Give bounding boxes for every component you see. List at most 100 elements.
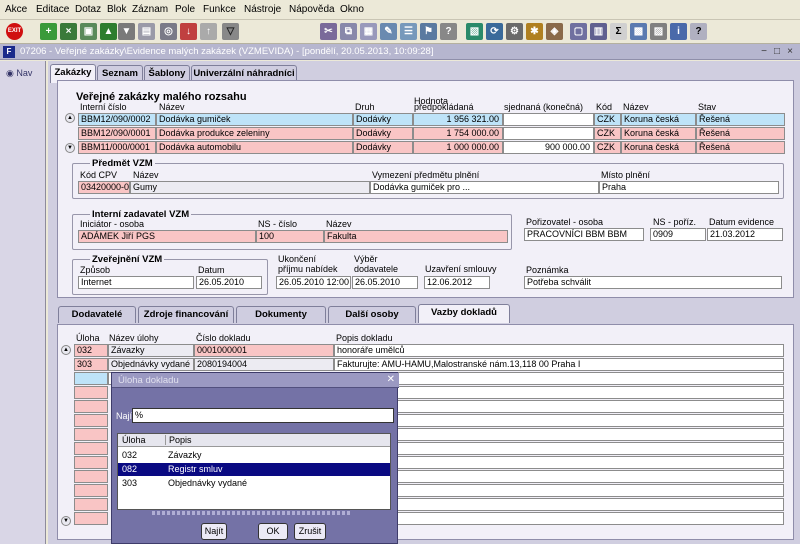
- vazby-row-2-popis[interactable]: [334, 372, 784, 385]
- ok-button[interactable]: OK: [258, 523, 288, 540]
- table-row-1-interni[interactable]: BBM12/090/0001: [78, 127, 156, 140]
- tab-dalsi-osoby[interactable]: Další osoby: [328, 306, 416, 323]
- menu-nastroje[interactable]: Nástroje: [244, 4, 281, 15]
- table-row-1-sjednana[interactable]: [503, 127, 594, 140]
- uloha-list[interactable]: Úloha Popis 032 Závazky 082 Registr smlu…: [117, 433, 391, 510]
- ns-field[interactable]: 100: [256, 230, 324, 243]
- query-enter-icon[interactable]: ↓: [180, 23, 197, 40]
- minimize-icon[interactable]: −: [758, 45, 770, 58]
- list-values-icon[interactable]: ☰: [400, 23, 417, 40]
- exit-icon[interactable]: EXIT: [6, 23, 23, 40]
- list-item-selected[interactable]: 082 Registr smluv: [118, 463, 390, 476]
- table-row-0-stav[interactable]: Řešená: [696, 113, 785, 126]
- table-row-0-druh[interactable]: Dodávky: [353, 113, 413, 126]
- table-row-0-predpokladana[interactable]: 1 956 321.00: [413, 113, 503, 126]
- lock-record-icon[interactable]: ▣: [80, 23, 97, 40]
- predmet-nazev-field[interactable]: Gumy: [130, 181, 370, 194]
- vazby-empty-row[interactable]: [74, 414, 108, 427]
- porizovatel-field[interactable]: PRACOVNÍCI BBM BBM: [524, 228, 644, 241]
- vazby-empty-row[interactable]: [74, 512, 108, 525]
- vazby-empty-row[interactable]: [334, 414, 784, 427]
- vazby-row-1-popis[interactable]: Fakturujte: AMU-HAMU,Malostranské nám.13…: [334, 358, 784, 371]
- vazby-empty-row[interactable]: [74, 400, 108, 413]
- table-row-1-kod[interactable]: CZK: [594, 127, 621, 140]
- ns-poriz-field[interactable]: 0909: [650, 228, 706, 241]
- table-row-2-predpokladana[interactable]: 1 000 000.00: [413, 141, 503, 154]
- menu-editace[interactable]: Editace: [36, 4, 69, 15]
- vazby-empty-row[interactable]: [334, 512, 784, 525]
- iniciator-field[interactable]: ADÁMEK Jiří PGS: [78, 230, 256, 243]
- zadavatel-nazev-field[interactable]: Fakulta: [324, 230, 508, 243]
- table-row-0-sjednana[interactable]: [503, 113, 594, 126]
- vazby-row-0-cislo[interactable]: 0001000001: [194, 344, 334, 357]
- scroll-up-icon[interactable]: ▲: [65, 113, 75, 123]
- vazby-empty-row[interactable]: [74, 386, 108, 399]
- vazby-empty-row[interactable]: [334, 442, 784, 455]
- table-row-2-stav[interactable]: Řešená: [696, 141, 785, 154]
- vazby-row-1-uloha[interactable]: 303: [74, 358, 108, 371]
- delete-record-icon[interactable]: ×: [60, 23, 77, 40]
- menu-blok[interactable]: Blok: [107, 4, 126, 15]
- vyber-field[interactable]: 26.05.2010: [352, 276, 418, 289]
- vazby-empty-row[interactable]: [334, 428, 784, 441]
- tab-zdroje[interactable]: Zdroje financování: [138, 306, 234, 323]
- table-row-2-kod[interactable]: CZK: [594, 141, 621, 154]
- vazby-empty-row[interactable]: [334, 400, 784, 413]
- find-button[interactable]: Najít: [201, 523, 227, 540]
- ukonceni-field[interactable]: 26.05.2010 12:00: [276, 276, 351, 289]
- info-icon[interactable]: i: [670, 23, 687, 40]
- menu-okno[interactable]: Okno: [340, 4, 364, 15]
- vazby-empty-row[interactable]: [74, 470, 108, 483]
- copy-icon[interactable]: ⧉: [340, 23, 357, 40]
- display-error-icon[interactable]: ⚑: [420, 23, 437, 40]
- vazby-empty-row[interactable]: [334, 470, 784, 483]
- resize-grip[interactable]: [152, 511, 352, 515]
- table-row-2-interni[interactable]: BBM11/000/0001: [78, 141, 156, 154]
- table-row-0-interni[interactable]: BBM12/090/0002: [78, 113, 156, 126]
- nav-toggle[interactable]: ◉ Nav: [6, 68, 32, 79]
- graph-icon[interactable]: ◈: [546, 23, 563, 40]
- table-row-2-sjednana[interactable]: 900 000.00: [503, 141, 594, 154]
- find-input[interactable]: %: [132, 408, 394, 423]
- menu-zaznam[interactable]: Záznam: [132, 4, 168, 15]
- tab-dokumenty[interactable]: Dokumenty: [236, 306, 326, 323]
- scroll-down-icon[interactable]: ▼: [65, 143, 75, 153]
- vazby-row-1-nazev[interactable]: Objednávky vydané: [108, 358, 194, 371]
- vazby-row-0-popis[interactable]: honoráře umělců: [334, 344, 784, 357]
- uzavreni-field[interactable]: 12.06.2012: [424, 276, 490, 289]
- list-item[interactable]: 303 Objednávky vydané: [118, 477, 390, 490]
- vazby-empty-row[interactable]: [74, 484, 108, 497]
- vazby-row-1-cislo[interactable]: 2080194004: [194, 358, 334, 371]
- table-row-0-kod[interactable]: CZK: [594, 113, 621, 126]
- menu-napoveda[interactable]: Nápověda: [289, 4, 335, 15]
- vazby-scroll-down-icon[interactable]: ▼: [61, 516, 71, 526]
- vazby-empty-row[interactable]: [74, 428, 108, 441]
- clear-record-icon[interactable]: ▲: [100, 23, 117, 40]
- dialog-title-bar[interactable]: Úloha dokladu ✕: [112, 373, 399, 388]
- table-row-2-nazev[interactable]: Dodávka automobilu: [156, 141, 353, 154]
- vazby-empty-row[interactable]: [74, 442, 108, 455]
- vazby-empty-row[interactable]: [334, 386, 784, 399]
- misto-field[interactable]: Praha: [599, 181, 779, 194]
- table-row-2-druh[interactable]: Dodávky: [353, 141, 413, 154]
- document-icon[interactable]: ▢: [570, 23, 587, 40]
- menu-akce[interactable]: Akce: [5, 4, 27, 15]
- attachment-icon[interactable]: ▧: [466, 23, 483, 40]
- vazby-empty-row[interactable]: [334, 484, 784, 497]
- star-icon[interactable]: ✱: [526, 23, 543, 40]
- kod-cpv-field[interactable]: 03420000-0: [78, 181, 130, 194]
- vymezeni-field[interactable]: Dodávka gumiček pro ...: [370, 181, 599, 194]
- menu-dotaz[interactable]: Dotaz: [75, 4, 101, 15]
- table-row-0-mena[interactable]: Koruna česká: [621, 113, 696, 126]
- chart-icon[interactable]: ▨: [650, 23, 667, 40]
- dialog-close-icon[interactable]: ✕: [387, 374, 395, 385]
- table-row-1-stav[interactable]: Řešená: [696, 127, 785, 140]
- print-icon[interactable]: ▤: [138, 23, 155, 40]
- close-icon[interactable]: ×: [784, 45, 796, 58]
- edit-icon[interactable]: ✎: [380, 23, 397, 40]
- menu-pole[interactable]: Pole: [175, 4, 195, 15]
- list-item[interactable]: 032 Závazky: [118, 449, 390, 462]
- cancel-button[interactable]: Zrušit: [294, 523, 326, 540]
- zpusob-field[interactable]: Internet: [78, 276, 194, 289]
- poznamka-field[interactable]: Potřeba schválit: [524, 276, 782, 289]
